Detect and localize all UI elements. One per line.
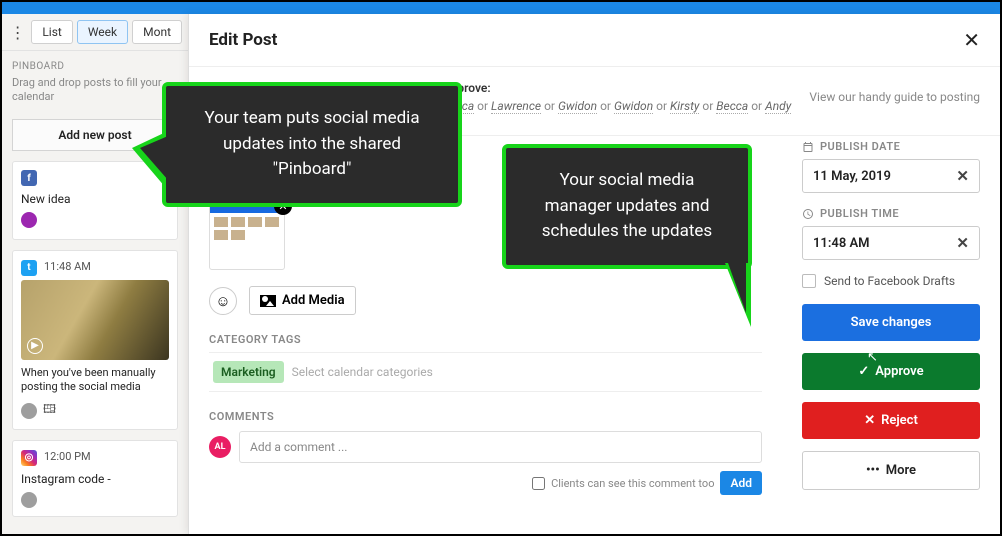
comment-author-avatar: AL — [209, 436, 231, 458]
annotation-callout-pinboard: Your team puts social media updates into… — [162, 82, 462, 207]
mouse-cursor-icon: ↖ — [867, 350, 878, 365]
video-thumbnail — [21, 280, 169, 360]
facebook-drafts-row[interactable]: Send to Facebook Drafts — [802, 274, 980, 288]
add-media-label: Add Media — [282, 293, 345, 308]
attachment-icon: 🖽 — [43, 400, 56, 421]
pinboard-heading: PINBOARD — [2, 51, 188, 76]
publish-time-input[interactable]: 11:48 AM✕ — [802, 226, 980, 260]
pin-card-time: 11:48 AM — [44, 260, 91, 273]
x-icon: ✕ — [864, 413, 875, 428]
author-avatar — [21, 492, 37, 508]
modal-title: Edit Post — [209, 30, 277, 50]
annotation-callout-manager: Your social media manager updates and sc… — [502, 144, 752, 269]
save-changes-button[interactable]: Save changes — [802, 304, 980, 341]
pin-card-footer — [21, 492, 169, 508]
facebook-drafts-label: Send to Facebook Drafts — [824, 274, 955, 288]
view-tab-week[interactable]: Week — [77, 20, 128, 44]
pin-card-twitter[interactable]: t 11:48 AM When you've been manually pos… — [12, 250, 178, 430]
app-topbar — [2, 2, 1000, 14]
checkbox-icon[interactable] — [802, 274, 816, 288]
clock-icon — [802, 208, 814, 220]
pin-card-title: New idea — [21, 192, 169, 206]
pin-card-footer: 🖽 — [21, 400, 169, 421]
check-icon: ✓ — [858, 364, 869, 379]
category-tags-label: CATEGORY TAGS — [209, 333, 762, 346]
calendar-view-tabs: ⋮ List Week Mont — [2, 14, 188, 51]
tag-placeholder: Select calendar categories — [292, 365, 433, 379]
approve-button[interactable]: ✓ Approve — [802, 353, 980, 390]
calendar-icon — [802, 141, 814, 153]
facebook-icon: f — [21, 170, 37, 186]
emoji-button[interactable]: ☺ — [209, 287, 237, 315]
pin-card-title: Instagram code - — [21, 472, 169, 486]
pin-card-desc: When you've been manually posting the so… — [21, 366, 169, 395]
ellipsis-icon: ••• — [866, 463, 880, 478]
schedule-actions-column: PUBLISH DATE 11 May, 2019✕ PUBLISH TIME … — [782, 124, 1000, 534]
add-comment-button[interactable]: Add — [720, 471, 762, 495]
image-icon — [260, 295, 276, 307]
comment-input[interactable]: Add a comment ... — [239, 431, 762, 463]
more-menu-icon[interactable]: ⋮ — [8, 21, 27, 43]
posting-guide-link[interactable]: View our handy guide to posting — [809, 90, 980, 104]
pin-card-instagram[interactable]: ◎ 12:00 PM Instagram code - — [12, 440, 178, 517]
twitter-icon: t — [21, 260, 37, 276]
clear-date-icon[interactable]: ✕ — [956, 167, 969, 185]
close-icon[interactable]: ✕ — [963, 28, 980, 52]
publish-time-label: PUBLISH TIME — [802, 207, 980, 220]
reject-button[interactable]: ✕ Reject — [802, 402, 980, 439]
publish-date-input[interactable]: 11 May, 2019✕ — [802, 159, 980, 193]
client-visibility-checkbox[interactable] — [532, 477, 545, 490]
publish-date-label: PUBLISH DATE — [802, 140, 980, 153]
view-tab-list[interactable]: List — [31, 20, 73, 44]
pin-card-time: 12:00 PM — [44, 450, 91, 463]
author-avatar — [21, 212, 37, 228]
clear-time-icon[interactable]: ✕ — [956, 234, 969, 252]
pinboard-column: ⋮ List Week Mont PINBOARD Drag and drop … — [2, 14, 188, 534]
more-actions-button[interactable]: ••• More — [802, 451, 980, 490]
author-avatar — [21, 403, 37, 419]
category-tags-row[interactable]: Marketing Select calendar categories — [209, 352, 762, 392]
comments-label: COMMENTS — [209, 410, 762, 423]
pinboard-hint: Drag and drop posts to fill your calenda… — [2, 76, 188, 115]
instagram-icon: ◎ — [21, 450, 37, 466]
client-visibility-label: Clients can see this comment too — [551, 477, 714, 490]
attached-media-thumb[interactable]: ✕ — [209, 204, 285, 270]
view-tab-month[interactable]: Mont — [132, 20, 182, 44]
add-media-button[interactable]: Add Media — [249, 286, 356, 315]
tag-marketing[interactable]: Marketing — [213, 361, 284, 383]
